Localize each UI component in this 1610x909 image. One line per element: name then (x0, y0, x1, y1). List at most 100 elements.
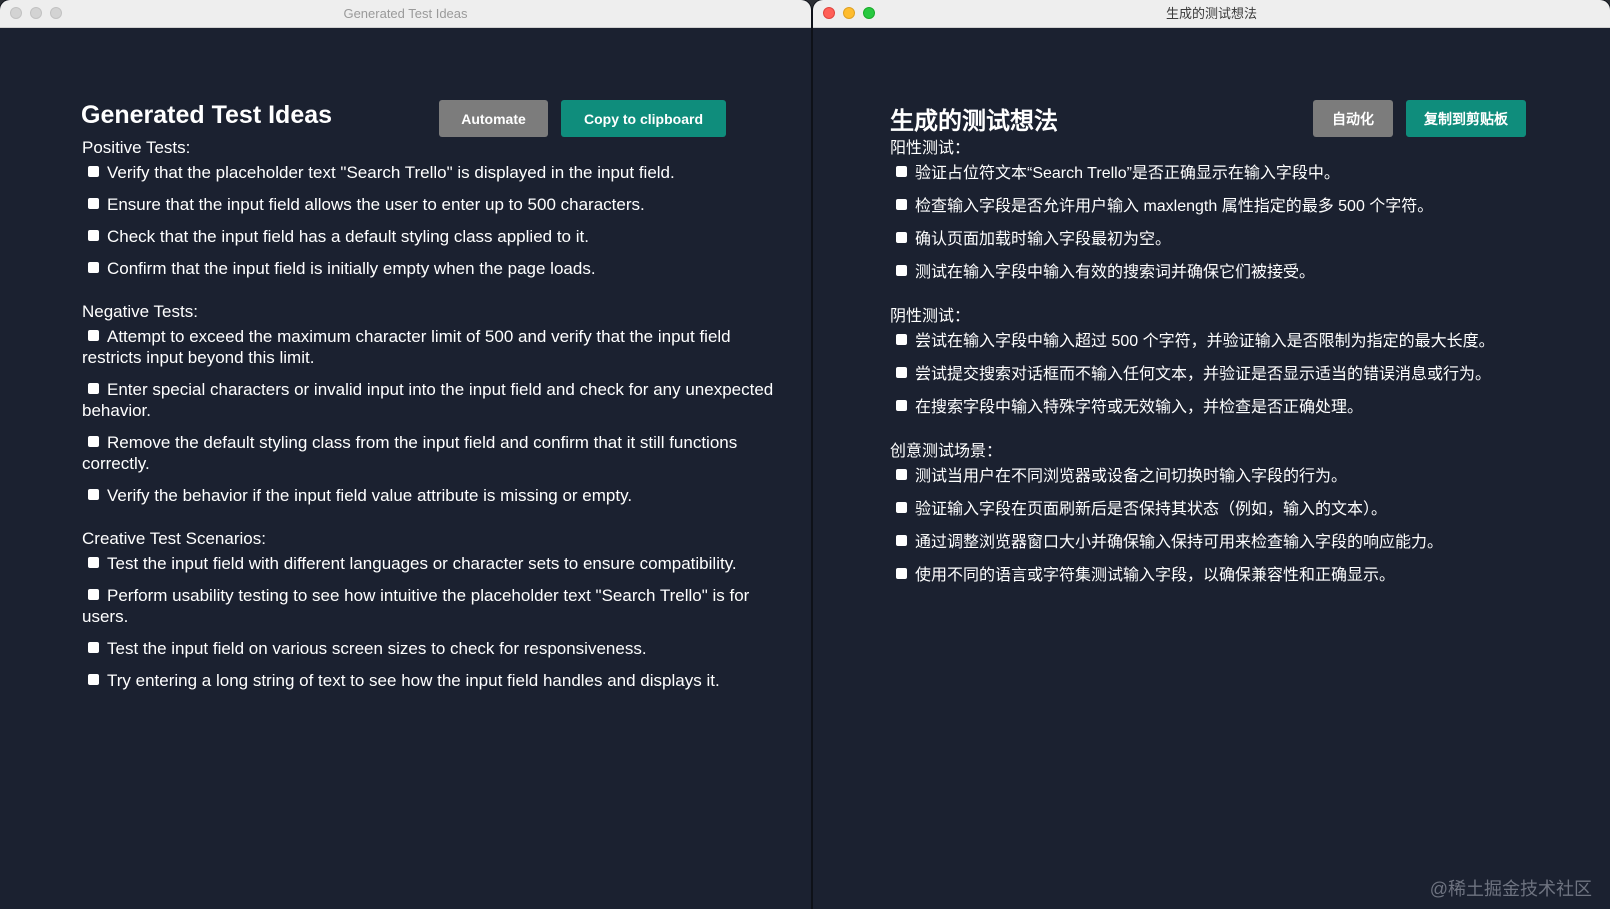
negative-tests-section: Negative Tests: Attempt to exceed the ma… (82, 301, 791, 506)
checkbox[interactable] (896, 265, 907, 276)
list-item: 使用不同的语言或字符集测试输入字段，以确保兼容性和正确显示。 (890, 565, 1590, 587)
checkbox[interactable] (88, 198, 99, 209)
item-text: Test the input field with different lang… (107, 554, 737, 573)
list-item: 验证输入字段在页面刷新后是否保持其状态（例如，输入的文本）。 (890, 499, 1590, 521)
positive-tests-section: Positive Tests: Verify that the placehol… (82, 137, 791, 279)
list-item: Verify that the placeholder text "Search… (82, 162, 791, 183)
checkbox[interactable] (88, 589, 99, 600)
left-titlebar: Generated Test Ideas (0, 0, 811, 28)
section-title: 阳性测试： (890, 140, 971, 157)
item-text: Verify the behavior if the input field v… (107, 486, 633, 505)
list-item: Test the input field with different lang… (82, 553, 791, 574)
left-window: Generated Test Ideas Generated Test Idea… (0, 0, 811, 909)
copy-to-clipboard-button[interactable]: 复制到剪贴板 (1406, 100, 1526, 137)
item-text: 验证占位符文本“Search Trello”是否正确显示在输入字段中。 (915, 165, 1340, 182)
test-ideas-list: 阳性测试： 验证占位符文本“Search Trello”是否正确显示在输入字段中… (890, 138, 1590, 609)
positive-tests-section: 阳性测试： 验证占位符文本“Search Trello”是否正确显示在输入字段中… (890, 138, 1590, 284)
checkbox[interactable] (88, 436, 99, 447)
list-item: Perform usability testing to see how int… (82, 585, 791, 627)
close-button[interactable] (823, 7, 835, 19)
maximize-button[interactable] (863, 7, 875, 19)
list-item: 尝试在输入字段中输入超过 500 个字符，并验证输入是否限制为指定的最大长度。 (890, 331, 1590, 353)
maximize-button[interactable] (50, 7, 62, 19)
page-title: Generated Test Ideas (81, 101, 333, 129)
checkbox[interactable] (896, 535, 907, 546)
right-traffic-lights (823, 7, 875, 19)
item-text: 尝试在输入字段中输入超过 500 个字符，并验证输入是否限制为指定的最大长度。 (915, 333, 1495, 350)
checkbox[interactable] (88, 230, 99, 241)
list-item: Try entering a long string of text to se… (82, 670, 791, 691)
list-item: Enter special characters or invalid inpu… (82, 379, 791, 421)
section-title: Positive Tests: (82, 138, 191, 157)
section-title: 阴性测试： (890, 308, 971, 325)
list-item: 验证占位符文本“Search Trello”是否正确显示在输入字段中。 (890, 163, 1590, 185)
item-text: 通过调整浏览器窗口大小并确保输入保持可用来检查输入字段的响应能力。 (915, 534, 1444, 551)
creative-tests-section: 创意测试场景： 测试当用户在不同浏览器或设备之间切换时输入字段的行为。 验证输入… (890, 441, 1590, 587)
right-titlebar: 生成的测试想法 (813, 0, 1610, 28)
checkbox[interactable] (88, 557, 99, 568)
checkbox[interactable] (88, 383, 99, 394)
test-ideas-list: Positive Tests: Verify that the placehol… (82, 137, 791, 713)
checkbox[interactable] (896, 232, 907, 243)
section-title: Creative Test Scenarios: (82, 529, 266, 548)
checkbox[interactable] (88, 489, 99, 500)
item-text: 检查输入字段是否允许用户输入 maxlength 属性指定的最多 500 个字符… (915, 198, 1434, 215)
list-item: Check that the input field has a default… (82, 226, 791, 247)
checkbox[interactable] (896, 334, 907, 345)
list-item: Attempt to exceed the maximum character … (82, 326, 791, 368)
automate-button[interactable]: Automate (439, 100, 548, 137)
list-item: 确认页面加载时输入字段最初为空。 (890, 229, 1590, 251)
list-item: 在搜索字段中输入特殊字符或无效输入，并检查是否正确处理。 (890, 397, 1590, 419)
checkbox[interactable] (896, 568, 907, 579)
item-text: Perform usability testing to see how int… (82, 586, 750, 626)
minimize-button[interactable] (30, 7, 42, 19)
checkbox[interactable] (896, 400, 907, 411)
left-traffic-lights (10, 7, 62, 19)
list-item: Remove the default styling class from th… (82, 432, 791, 474)
list-item: 测试当用户在不同浏览器或设备之间切换时输入字段的行为。 (890, 466, 1590, 488)
page-title: 生成的测试想法 (890, 108, 1058, 135)
item-text: 验证输入字段在页面刷新后是否保持其状态（例如，输入的文本）。 (915, 501, 1388, 518)
watermark: @稀土掘金技术社区 (1429, 879, 1592, 899)
item-text: Enter special characters or invalid inpu… (82, 380, 774, 420)
checkbox[interactable] (88, 166, 99, 177)
list-item: 通过调整浏览器窗口大小并确保输入保持可用来检查输入字段的响应能力。 (890, 532, 1590, 554)
automate-button[interactable]: 自动化 (1313, 100, 1393, 137)
right-window: 生成的测试想法 生成的测试想法 自动化 复制到剪贴板 阳性测试： 验证占位符文本… (813, 0, 1610, 909)
section-title: Negative Tests: (82, 302, 198, 321)
item-text: Check that the input field has a default… (107, 227, 589, 246)
checkbox[interactable] (896, 166, 907, 177)
item-text: Remove the default styling class from th… (82, 433, 738, 473)
checkbox[interactable] (896, 469, 907, 480)
checkbox[interactable] (88, 330, 99, 341)
checkbox[interactable] (896, 199, 907, 210)
minimize-button[interactable] (843, 7, 855, 19)
item-text: 在搜索字段中输入特殊字符或无效输入，并检查是否正确处理。 (915, 399, 1364, 416)
item-text: 测试当用户在不同浏览器或设备之间切换时输入字段的行为。 (915, 468, 1348, 485)
list-item: Test the input field on various screen s… (82, 638, 791, 659)
checkbox[interactable] (88, 642, 99, 653)
window-title: Generated Test Ideas (343, 6, 468, 21)
item-text: 尝试提交搜索对话框而不输入任何文本，并验证是否显示适当的错误消息或行为。 (915, 366, 1492, 383)
item-text: Confirm that the input field is initiall… (107, 259, 596, 278)
item-text: 确认页面加载时输入字段最初为空。 (915, 231, 1172, 248)
item-text: Try entering a long string of text to se… (107, 671, 720, 690)
creative-tests-section: Creative Test Scenarios: Test the input … (82, 528, 791, 691)
copy-to-clipboard-button[interactable]: Copy to clipboard (561, 100, 726, 137)
checkbox[interactable] (88, 262, 99, 273)
item-text: Verify that the placeholder text "Search… (107, 163, 675, 182)
list-item: Ensure that the input field allows the u… (82, 194, 791, 215)
list-item: 尝试提交搜索对话框而不输入任何文本，并验证是否显示适当的错误消息或行为。 (890, 364, 1590, 386)
checkbox[interactable] (88, 674, 99, 685)
section-title: 创意测试场景： (890, 443, 1003, 460)
checkbox[interactable] (896, 502, 907, 513)
item-text: 使用不同的语言或字符集测试输入字段，以确保兼容性和正确显示。 (915, 567, 1396, 584)
list-item: Confirm that the input field is initiall… (82, 258, 791, 279)
list-item: 测试在输入字段中输入有效的搜索词并确保它们被接受。 (890, 262, 1590, 284)
close-button[interactable] (10, 7, 22, 19)
window-title: 生成的测试想法 (1165, 6, 1257, 21)
item-text: Test the input field on various screen s… (107, 639, 647, 658)
checkbox[interactable] (896, 367, 907, 378)
item-text: 测试在输入字段中输入有效的搜索词并确保它们被接受。 (915, 264, 1316, 281)
item-text: Ensure that the input field allows the u… (107, 195, 645, 214)
